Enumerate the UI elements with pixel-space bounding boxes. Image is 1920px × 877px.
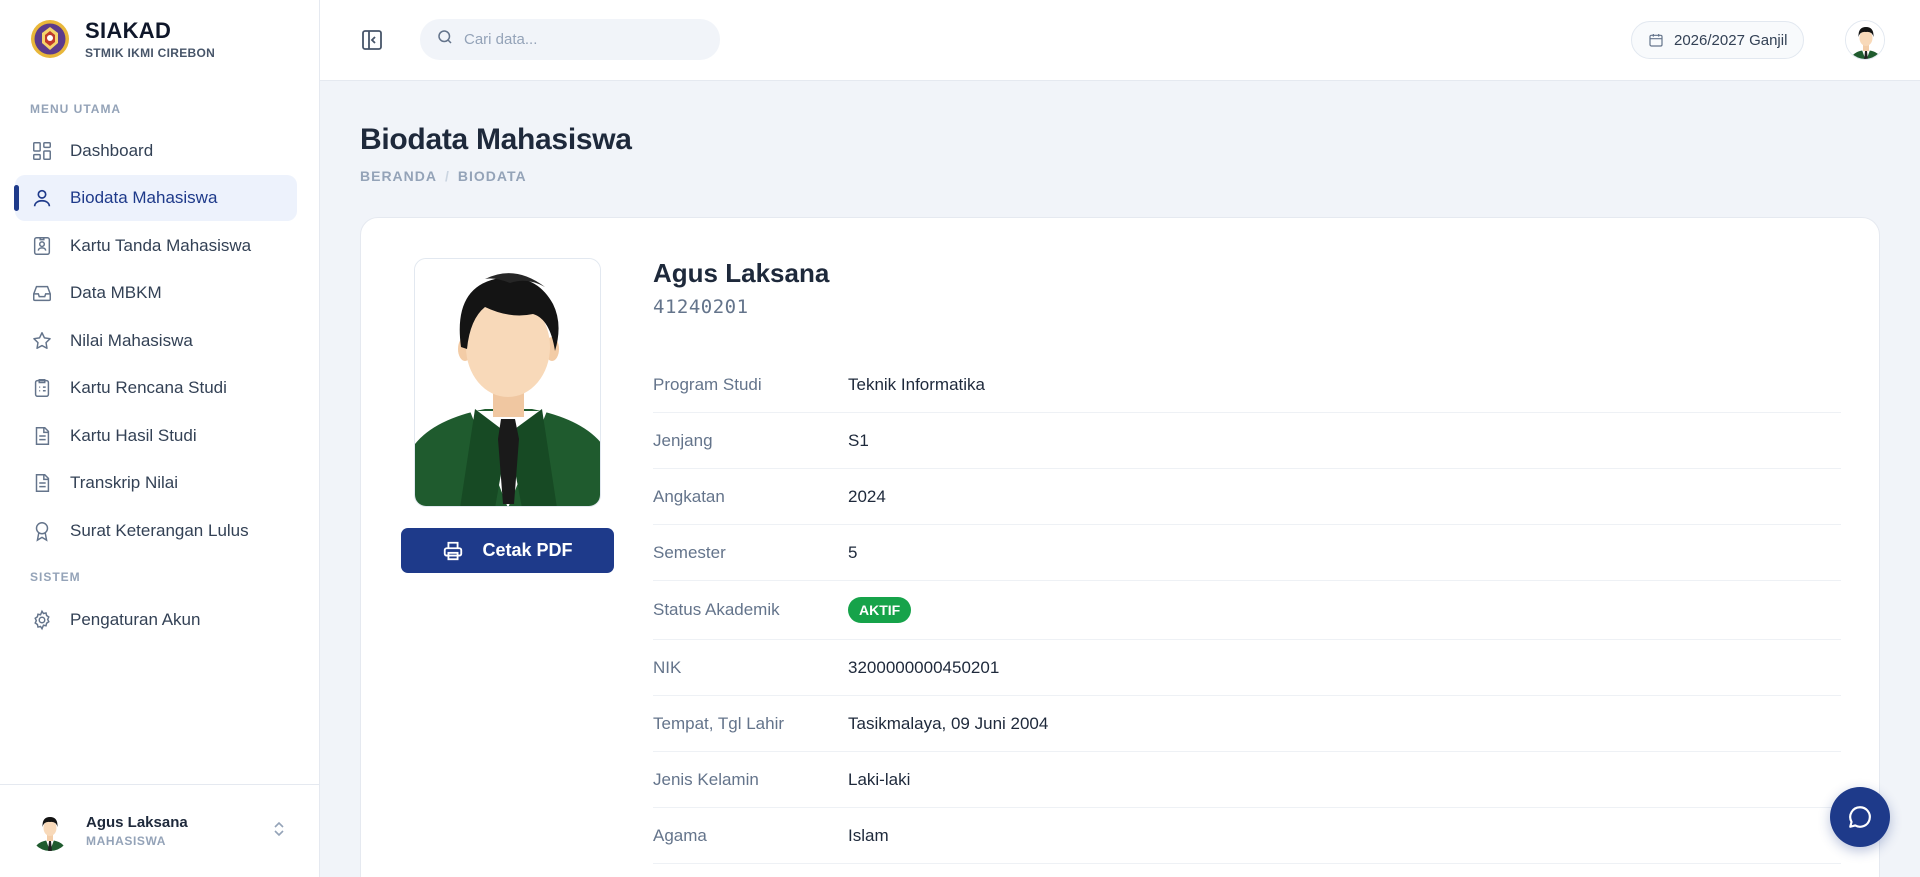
chat-button[interactable] <box>1830 787 1890 847</box>
section-label-main: MENU UTAMA <box>30 102 122 116</box>
avatar[interactable] <box>1845 20 1885 60</box>
field-label: Tempat, Tgl Lahir <box>653 713 785 733</box>
document-icon <box>30 424 54 448</box>
field-label: Program Studi <box>653 374 762 394</box>
field-label: Jenjang <box>653 430 713 450</box>
sidebar: SIAKAD STMIK IKMI CIREBON MENU UTAMA Das… <box>0 0 320 877</box>
user-role: MAHASISWA <box>86 834 167 848</box>
calendar-icon <box>1649 34 1663 47</box>
sidebar-item-label: Transkrip Nilai <box>70 473 179 492</box>
sidebar-item-label: Data MBKM <box>70 283 162 302</box>
field-label: Semester <box>653 542 726 562</box>
breadcrumb-home[interactable]: BERANDA <box>360 168 437 184</box>
field-value: Islam <box>848 825 889 845</box>
table-row: Agama Islam <box>653 808 1841 864</box>
sidebar-item-label: Surat Keterangan Lulus <box>70 521 249 540</box>
field-label: NIK <box>653 657 682 677</box>
print-pdf-label: Cetak PDF <box>482 540 573 560</box>
field-label: Jenis Kelamin <box>653 769 759 789</box>
sidebar-item-skl[interactable]: Surat Keterangan Lulus <box>15 508 297 554</box>
student-nim: 41240201 <box>653 296 749 318</box>
page-title: Biodata Mahasiswa <box>360 123 632 156</box>
dashboard-icon <box>30 139 54 163</box>
chevron-up-down-icon <box>272 820 286 843</box>
user-name: Agus Laksana <box>86 814 188 831</box>
student-photo <box>414 258 601 507</box>
sidebar-item-dashboard[interactable]: Dashboard <box>15 128 297 174</box>
table-row: Jenjang S1 <box>653 413 1841 469</box>
breadcrumb-separator: / <box>445 168 450 184</box>
brand-subtitle: STMIK IKMI CIREBON <box>85 46 216 60</box>
gear-icon <box>30 608 54 632</box>
field-value: 5 <box>848 542 858 562</box>
user-menu[interactable]: Agus Laksana MAHASISWA <box>0 784 320 877</box>
table-row: Program Studi Teknik Informatika <box>653 357 1841 413</box>
sidebar-item-mbkm[interactable]: Data MBKM <box>15 270 297 316</box>
sidebar-item-transkrip[interactable]: Transkrip Nilai <box>15 460 297 506</box>
field-value: Tasikmalaya, 09 Juni 2004 <box>848 713 1049 733</box>
star-icon <box>30 329 54 353</box>
sidebar-item-krs[interactable]: Kartu Rencana Studi <box>15 365 297 411</box>
brand[interactable]: SIAKAD STMIK IKMI CIREBON <box>30 18 215 60</box>
breadcrumb-current: BIODATA <box>457 168 527 184</box>
student-name: Agus Laksana <box>653 258 830 288</box>
sidebar-item-label: Pengaturan Akun <box>70 610 201 629</box>
table-row: Status Akademik AKTIF <box>653 581 1841 640</box>
clipboard-icon <box>30 376 54 400</box>
sidebar-item-label: Kartu Rencana Studi <box>70 378 227 397</box>
academic-period-label: 2026/2027 Ganjil <box>1674 31 1788 49</box>
sidebar-item-khs[interactable]: Kartu Hasil Studi <box>15 413 297 459</box>
biodata-card: Cetak PDF Agus Laksana 41240201 Program … <box>360 217 1880 877</box>
field-value: Laki-laki <box>848 769 911 789</box>
section-label-system: SISTEM <box>30 570 81 584</box>
table-row: Jenis Kelamin Laki-laki <box>653 752 1841 808</box>
field-value: 3200000000450201 <box>848 657 1000 677</box>
sidebar-item-pengaturan[interactable]: Pengaturan Akun <box>15 597 297 643</box>
field-label: Status Akademik <box>653 600 780 619</box>
sidebar-item-biodata[interactable]: Biodata Mahasiswa <box>14 175 297 221</box>
academic-period-selector[interactable]: 2026/2027 Ganjil <box>1631 21 1805 59</box>
sidebar-item-nilai[interactable]: Nilai Mahasiswa <box>15 318 297 364</box>
table-row: Semester 5 <box>653 525 1841 581</box>
field-value: S1 <box>848 430 869 450</box>
brand-title: SIAKAD <box>85 18 172 43</box>
breadcrumb: BERANDA / BIODATA <box>360 168 527 184</box>
top-header: 2026/2027 Ganjil <box>320 0 1920 81</box>
sidebar-toggle-icon[interactable] <box>360 28 386 54</box>
campus-logo-icon <box>30 19 70 59</box>
user-icon <box>30 186 54 210</box>
sidebar-item-label: Dashboard <box>70 141 154 160</box>
field-value: Teknik Informatika <box>848 374 985 394</box>
print-pdf-button[interactable]: Cetak PDF <box>401 528 614 573</box>
avatar <box>30 811 70 851</box>
id-card-icon <box>30 234 54 258</box>
table-row: NIK 3200000000450201 <box>653 640 1841 696</box>
sidebar-item-label: Nilai Mahasiswa <box>70 331 193 350</box>
document-icon <box>30 471 54 495</box>
chat-icon <box>1849 806 1871 828</box>
search-input[interactable] <box>464 31 704 48</box>
sidebar-item-label: Kartu Hasil Studi <box>70 426 197 445</box>
award-icon <box>30 519 54 543</box>
biodata-table: Program Studi Teknik Informatika Jenjang… <box>653 357 1841 864</box>
inbox-icon <box>30 281 54 305</box>
sidebar-item-ktm[interactable]: Kartu Tanda Mahasiswa <box>15 223 297 269</box>
search-icon <box>436 28 454 51</box>
table-row: Tempat, Tgl Lahir Tasikmalaya, 09 Juni 2… <box>653 696 1841 752</box>
sidebar-item-label: Biodata Mahasiswa <box>70 188 218 207</box>
field-label: Agama <box>653 825 707 845</box>
field-value: 2024 <box>848 486 886 506</box>
sidebar-item-label: Kartu Tanda Mahasiswa <box>70 236 252 255</box>
table-row: Angkatan 2024 <box>653 469 1841 525</box>
status-badge: AKTIF <box>848 597 912 623</box>
printer-icon <box>444 541 463 560</box>
field-label: Angkatan <box>653 486 725 506</box>
field-value: AKTIF <box>848 597 912 623</box>
search-bar[interactable] <box>420 19 720 60</box>
